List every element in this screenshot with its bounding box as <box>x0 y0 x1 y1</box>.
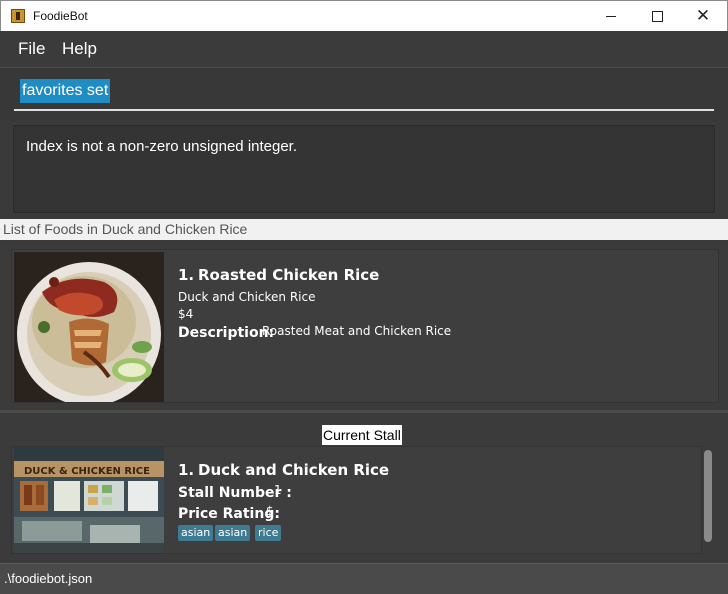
minimize-icon <box>606 16 616 17</box>
menu-bar: File Help <box>0 31 728 68</box>
stall-name: Duck and Chicken Rice <box>198 461 390 479</box>
food-list-item[interactable]: 1. Roasted Chicken Rice Duck and Chicken… <box>11 249 719 403</box>
menu-file[interactable]: File <box>18 39 45 59</box>
result-display[interactable]: Index is not a non-zero unsigned integer… <box>13 125 715 213</box>
food-stall: Duck and Chicken Rice <box>178 290 316 304</box>
price-rating: $ <box>266 504 274 518</box>
maximize-icon <box>652 11 663 22</box>
stall-number: 1 <box>274 483 282 497</box>
svg-text:DUCK & CHICKEN RICE: DUCK & CHICKEN RICE <box>24 466 150 477</box>
roasted-chicken-rice-photo <box>14 252 164 402</box>
food-description: Roasted Meat and Chicken Rice <box>262 324 452 338</box>
stall-tag: rice <box>255 525 282 541</box>
stall-card[interactable]: DUCK & CHICKEN RICE 1. Duck and Chicken … <box>11 446 702 554</box>
food-price: $4 <box>178 307 194 321</box>
price-rating-label: Price Rating: <box>178 506 280 522</box>
food-index: 1. <box>178 266 195 284</box>
stall-scrollbar[interactable] <box>702 446 714 554</box>
food-list-header: List of Foods in Duck and Chicken Rice <box>0 219 728 240</box>
command-input[interactable]: favorites set <box>14 77 714 111</box>
stall-scrollbar-thumb[interactable] <box>704 450 712 542</box>
current-stall-panel: Current Stall DUCK & CHICKEN RICE 1. Duc… <box>0 413 728 563</box>
food-description-label: Description: <box>178 325 275 341</box>
title-bar: FoodieBot ✕ <box>0 0 728 32</box>
menu-help[interactable]: Help <box>62 39 97 59</box>
stall-index: 1. <box>178 461 195 479</box>
current-stall-header: Current Stall <box>322 425 402 445</box>
app-icon <box>11 9 25 23</box>
status-bar: .\foodiebot.json <box>0 563 728 594</box>
maximize-button[interactable] <box>634 1 680 32</box>
command-area: favorites set <box>0 68 728 120</box>
save-file-path: .\foodiebot.json <box>4 571 93 586</box>
food-name: Roasted Chicken Rice <box>198 266 380 284</box>
minimize-button[interactable] <box>588 1 634 32</box>
command-input-text: favorites set <box>20 79 111 103</box>
food-list: 1. Roasted Chicken Rice Duck and Chicken… <box>0 244 728 410</box>
result-message: Index is not a non-zero unsigned integer… <box>26 138 298 155</box>
stall-tag: asian <box>215 525 251 541</box>
close-button[interactable]: ✕ <box>680 1 726 32</box>
close-icon: ✕ <box>695 6 711 26</box>
stall-tag: asian <box>178 525 214 541</box>
window-title: FoodieBot <box>33 9 88 23</box>
duck-chicken-rice-stall-photo: DUCK & CHICKEN RICE <box>14 447 164 553</box>
